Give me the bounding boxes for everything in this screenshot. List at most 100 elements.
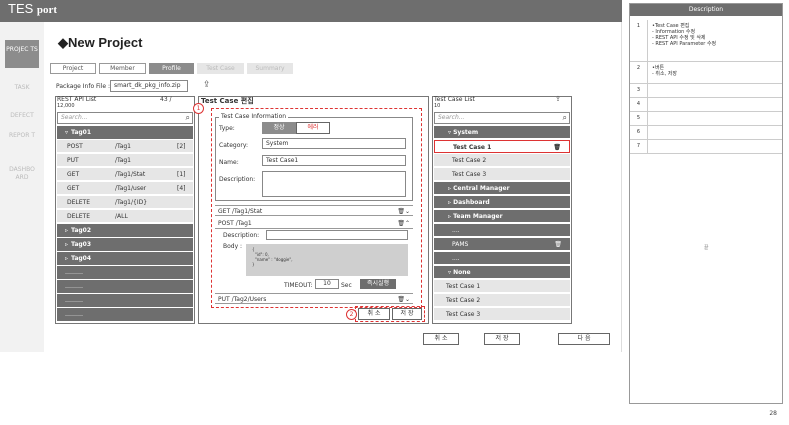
api-put-row[interactable]: PUT /Tag2/Users 🗑⌄ [215, 293, 413, 304]
description-row: 3 [630, 84, 782, 98]
tc-item[interactable]: Test Case 2 [434, 154, 570, 167]
description-row: 6 [630, 126, 782, 140]
tc-group-team-manager[interactable]: ▹ Team Manager [434, 210, 570, 223]
delete-expand-icon[interactable]: 🗑⌄ [397, 206, 410, 217]
info-section-title: Test Case Information [219, 113, 289, 120]
run-now-button[interactable]: 즉시실행 [360, 279, 396, 289]
tab-profile[interactable]: Profile [149, 63, 194, 74]
nav-item-task[interactable]: TASK [5, 84, 39, 92]
api-row[interactable]: GET/Tag1/user [4] [57, 182, 193, 195]
description-header: Description [630, 4, 782, 16]
expand-arrow-icon: ▹ [65, 227, 69, 234]
tc-group-pams[interactable]: PAMS 🗑 [434, 238, 570, 251]
tab-summary: Summary [247, 63, 293, 74]
package-file-field[interactable]: smart_dk_pkg_info.zip [110, 80, 188, 92]
timeout-field[interactable]: 10 [315, 279, 339, 289]
tc-group-central-manager[interactable]: ▹ Central Manager [434, 182, 570, 195]
tc-item-placeholder[interactable]: .... [434, 224, 570, 237]
search-icon[interactable]: ⌕ [186, 113, 190, 123]
tc-item-placeholder[interactable]: .... [434, 252, 570, 265]
tag-group-placeholder[interactable]: ……… [57, 280, 193, 293]
nav-item-projects[interactable]: PROJEC TS [5, 40, 39, 68]
api-row[interactable]: DELETE/Tag1/{ID} [57, 196, 193, 209]
tag-group-tag03[interactable]: ▹ Tag03 [57, 238, 193, 251]
tc-item[interactable]: Test Case 3 [434, 308, 570, 321]
test-case-list-title: Test Case List [434, 96, 475, 103]
api-row[interactable]: PUT/Tag1 [57, 154, 193, 167]
upload-icon[interactable]: ⇪ [555, 95, 561, 103]
nav-item-dashboard[interactable]: DASHBO ARD [5, 166, 39, 182]
category-label: Category: [219, 142, 248, 149]
description-footnote: 끝 [704, 245, 709, 251]
post-description-label: Description: [223, 232, 260, 239]
footer-save-button[interactable]: 저 장 [484, 333, 520, 345]
tc-item[interactable]: Test Case 3 [434, 168, 570, 181]
api-post-row[interactable]: POST /Tag1 🗑⌃ [215, 218, 413, 229]
timeout-label: TIMEOUT: [284, 282, 313, 289]
test-case-search-input[interactable]: Search... ⌕ [434, 112, 570, 124]
description-row: 5 [630, 112, 782, 126]
page-title: ◆New Project [58, 35, 143, 50]
rest-api-search-input[interactable]: Search... ⌕ [57, 112, 193, 124]
expand-arrow-icon: ▹ [65, 255, 69, 262]
delete-collapse-icon[interactable]: 🗑⌃ [397, 218, 410, 229]
footer-next-button[interactable]: 다 음 [558, 333, 610, 345]
description-label: Description: [219, 176, 256, 183]
edit-panel-title: Test Case 편집 [201, 97, 254, 105]
delete-icon[interactable]: 🗑 [553, 141, 561, 154]
upload-icon[interactable]: ⇪ [203, 80, 211, 90]
post-body-field[interactable]: { "id": 0, "name" : "doggie", } [246, 244, 408, 276]
delete-icon[interactable]: 🗑 [554, 238, 562, 251]
rest-api-title: REST API List [57, 96, 97, 103]
tab-test-case: Test Case [197, 63, 244, 74]
api-get-row[interactable]: GET /Tag1/Stat 🗑⌄ [215, 205, 413, 216]
tc-item-selected[interactable]: Test Case 1 🗑 [434, 140, 570, 153]
nav-item-defect[interactable]: DEFECT [5, 112, 39, 120]
footer-cancel-button[interactable]: 취 소 [423, 333, 459, 345]
callout-2: 2 [346, 309, 357, 320]
tc-group-system[interactable]: ▿ System [434, 126, 570, 139]
type-normal-button[interactable]: 정상 [262, 122, 296, 134]
tc-group-none[interactable]: ▿ None [434, 266, 570, 279]
tag-group-placeholder[interactable]: ……… [57, 308, 193, 321]
edit-save-button[interactable]: 저 장 [392, 308, 422, 320]
top-bar: TES port [0, 0, 622, 22]
tc-item[interactable]: Test Case 1 [434, 280, 570, 293]
tc-group-dashboard[interactable]: ▹ Dashboard [434, 196, 570, 209]
tag-group-placeholder[interactable]: ……… [57, 266, 193, 279]
api-row[interactable]: POST/Tag1 [2] [57, 140, 193, 153]
tab-member[interactable]: Member [99, 63, 146, 74]
tag-group-tag01[interactable]: ▿ Tag01 [57, 126, 193, 139]
api-row[interactable]: GET/Tag1/Stat [1] [57, 168, 193, 181]
post-description-field[interactable] [266, 230, 408, 240]
description-panel: Description 1 •Test Case 편집 - Information… [629, 3, 783, 404]
rest-api-total: 12,000 [57, 103, 75, 109]
delete-expand-icon[interactable]: 🗑⌄ [397, 294, 410, 305]
post-body-label: Body : [223, 243, 243, 250]
left-nav: PROJEC TS TASK DEFECT REPOR T DASHBO ARD [0, 22, 44, 352]
tc-item[interactable]: Test Case 2 [434, 294, 570, 307]
type-error-button[interactable]: 에러 [296, 122, 330, 134]
edit-cancel-button[interactable]: 취 소 [358, 308, 390, 320]
description-row: 4 [630, 98, 782, 112]
name-label: Name: [219, 159, 239, 166]
tag-group-tag04[interactable]: ▹ Tag04 [57, 252, 193, 265]
package-label: Package Info File : [56, 83, 111, 90]
description-field[interactable] [262, 171, 406, 197]
description-row: 2 •버튼 - 취소, 저장 [630, 62, 782, 84]
app-logo[interactable]: TES port [8, 2, 57, 17]
nav-item-report[interactable]: REPOR T [5, 132, 39, 140]
tag-group-placeholder[interactable]: ……… [57, 294, 193, 307]
search-icon[interactable]: ⌕ [563, 113, 567, 123]
name-field[interactable]: Test Case1 [262, 155, 406, 166]
callout-1: 1 [193, 103, 204, 114]
tag-group-tag02[interactable]: ▹ Tag02 [57, 224, 193, 237]
tab-project[interactable]: Project [50, 63, 96, 74]
test-case-count: 10 [434, 103, 441, 109]
description-row: 7 [630, 140, 782, 154]
category-field[interactable]: System [262, 138, 406, 149]
collapse-arrow-icon: ▿ [65, 129, 69, 136]
api-row[interactable]: DELETE/ALL [57, 210, 193, 223]
type-label: Type: [219, 125, 235, 132]
rest-api-count: 43 / [160, 96, 172, 103]
